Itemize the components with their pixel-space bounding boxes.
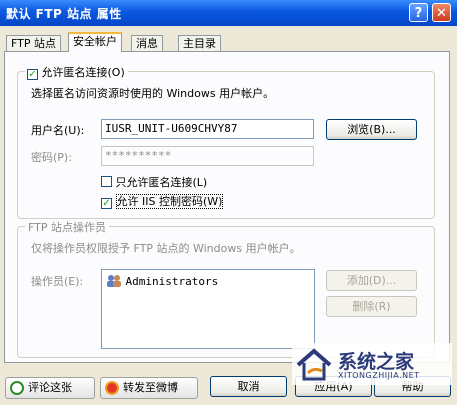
operators-description: 仅将操作员权限授予 FTP 站点的 Windows 用户帐户。	[31, 242, 301, 255]
tab-ftp-site[interactable]: FTP 站点	[6, 35, 61, 51]
password-input[interactable]: **********	[101, 146, 314, 166]
list-item-label: Administrators	[125, 275, 219, 288]
help-button[interactable]: ?	[409, 3, 428, 22]
watermark-text: 系统之家	[338, 351, 415, 373]
window-title: 默认 FTP 站点 属性	[6, 7, 122, 21]
iis-password-label: 允许 IIS 控制密码(W)	[115, 194, 224, 209]
close-icon: ✕	[436, 6, 447, 21]
operators-label: 操作员(E):	[31, 275, 84, 288]
list-item[interactable]: Administrators	[106, 274, 218, 288]
tab-messages[interactable]: 消息	[131, 35, 163, 51]
allow-anonymous-checkbox[interactable]: ✓	[27, 69, 38, 80]
watermark-sub: XITONGZHIJIA.NET	[338, 371, 420, 380]
operators-listbox[interactable]: Administrators	[101, 269, 315, 349]
tab-security-accounts[interactable]: 安全帐户	[68, 32, 122, 52]
watermark: 系统之家 XITONGZHIJIA.NET	[292, 343, 452, 385]
weibo-icon	[105, 381, 119, 395]
username-input[interactable]: IUSR_UNIT-U609CHVY87	[101, 119, 314, 139]
help-icon: ?	[414, 6, 423, 21]
iis-password-checkbox[interactable]: ✓	[101, 198, 112, 209]
comment-button[interactable]: 评论这张	[5, 377, 95, 399]
title-bar: 默认 FTP 站点 属性 ? ✕	[0, 0, 457, 26]
comment-icon	[10, 381, 24, 395]
user-group-icon	[107, 275, 121, 287]
close-button[interactable]: ✕	[432, 3, 451, 22]
only-anonymous-row[interactable]: 只允许匿名连接(L)	[101, 174, 207, 190]
operators-group-title: FTP 站点操作员	[25, 219, 109, 235]
only-anonymous-checkbox[interactable]	[101, 176, 112, 187]
allow-anonymous-label: 允许匿名连接(O)	[41, 66, 125, 79]
anonymous-description: 选择匿名访问资源时使用的 Windows 用户帐户。	[31, 87, 275, 100]
add-operator-button[interactable]: 添加(D)...	[326, 270, 417, 291]
cancel-button[interactable]: 取消	[210, 376, 287, 397]
iis-password-row[interactable]: ✓ 允许 IIS 控制密码(W)	[101, 193, 224, 209]
comment-label: 评论这张	[28, 381, 72, 394]
share-weibo-button[interactable]: 转发至微博	[100, 377, 198, 399]
allow-anonymous-row[interactable]: ✓ 允许匿名连接(O)	[25, 64, 128, 80]
tab-panel: ✓ 允许匿名连接(O) 选择匿名访问资源时使用的 Windows 用户帐户。 用…	[4, 51, 450, 363]
share-weibo-label: 转发至微博	[123, 381, 178, 394]
house-logo-icon	[296, 348, 332, 381]
remove-operator-button[interactable]: 删除(R)	[326, 296, 417, 317]
only-anonymous-label: 只允许匿名连接(L)	[115, 176, 208, 189]
username-label: 用户名(U):	[31, 124, 85, 137]
browse-button[interactable]: 浏览(B)...	[326, 119, 417, 140]
password-label: 密码(P):	[31, 151, 72, 164]
tab-home-directory[interactable]: 主目录	[178, 35, 221, 51]
